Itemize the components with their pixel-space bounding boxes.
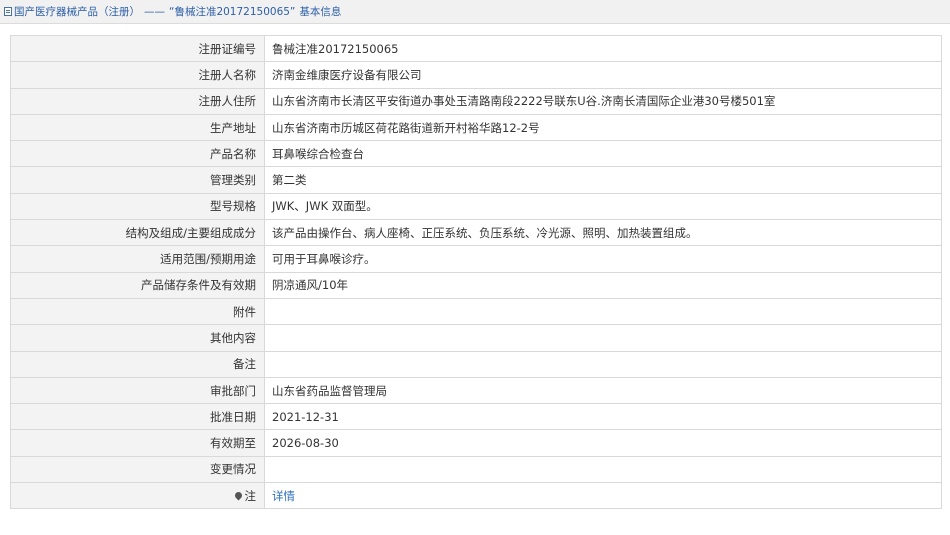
row-value: [264, 324, 942, 352]
table-row: 注册人名称 济南金维康医疗设备有限公司: [10, 61, 942, 89]
note-label: 注: [244, 488, 257, 503]
row-label: 适用范围/预期用途: [10, 245, 265, 273]
row-label: 批准日期: [10, 403, 265, 431]
table-row: 备注: [10, 350, 942, 378]
row-value: [264, 350, 942, 378]
table-row: 变更情况: [10, 455, 942, 484]
pin-icon: [233, 490, 243, 501]
row-label: 审批部门: [10, 376, 265, 405]
breadcrumb-separator: ——: [144, 5, 165, 18]
row-value: 山东省药品监督管理局: [264, 376, 942, 405]
detail-table: 注册证编号 鲁械注准20172150065 注册人名称 济南金维康医疗设备有限公…: [10, 34, 942, 510]
row-label: 结构及组成/主要组成成分: [10, 219, 265, 247]
breadcrumb-category[interactable]: 国产医疗器械产品（注册）: [14, 4, 140, 19]
row-label: 注册证编号: [10, 34, 265, 63]
row-label: 注册人名称: [10, 61, 265, 89]
row-value: 可用于耳鼻喉诊疗。: [264, 245, 942, 273]
row-label: 型号规格: [10, 192, 265, 221]
row-label: 有效期至: [10, 429, 265, 457]
breadcrumb-suffix: 基本信息: [299, 6, 342, 18]
row-label: 产品名称: [10, 140, 265, 168]
row-value: 济南金维康医疗设备有限公司: [264, 61, 942, 89]
row-label: 备注: [10, 350, 265, 378]
row-value: 耳鼻喉综合检查台: [264, 140, 942, 168]
table-row: 型号规格 JWK、JWK 双面型。: [10, 192, 942, 221]
row-label: 管理类别: [10, 166, 265, 194]
note-value-cell: 详情: [264, 482, 942, 510]
row-value: 山东省济南市历城区荷花路街道新开村裕华路12-2号: [264, 113, 942, 142]
row-label: 注册人住所: [10, 87, 265, 115]
row-value: 该产品由操作台、病人座椅、正压系统、负压系统、冷光源、照明、加热装置组成。: [264, 219, 942, 247]
detail-table-container: 注册证编号 鲁械注准20172150065 注册人名称 济南金维康医疗设备有限公…: [10, 34, 942, 510]
row-value: 2026-08-30: [264, 429, 942, 457]
table-row: 批准日期 2021-12-31: [10, 403, 942, 431]
row-value: JWK、JWK 双面型。: [264, 192, 942, 221]
table-row: 其他内容: [10, 324, 942, 352]
breadcrumb: 国产医疗器械产品（注册） —— “鲁械注准20172150065” 基本信息: [0, 0, 950, 24]
row-value: [264, 297, 942, 326]
row-value: 2021-12-31: [264, 403, 942, 431]
details-link[interactable]: 详情: [272, 489, 295, 503]
row-label: 生产地址: [10, 113, 265, 142]
row-label: 变更情况: [10, 455, 265, 484]
table-row: 产品储存条件及有效期 阴凉通风/10年: [10, 271, 942, 299]
row-value: 鲁械注准20172150065: [264, 34, 942, 63]
table-row: 管理类别 第二类: [10, 166, 942, 194]
breadcrumb-record: “鲁械注准20172150065”: [169, 6, 296, 18]
row-value: 阴凉通风/10年: [264, 271, 942, 299]
table-row: 有效期至 2026-08-30: [10, 429, 942, 457]
row-value: [264, 455, 942, 484]
table-row: 审批部门 山东省药品监督管理局: [10, 376, 942, 405]
table-row-note: 注 详情: [10, 482, 942, 510]
row-label: 附件: [10, 297, 265, 326]
table-row: 注册人住所 山东省济南市长清区平安街道办事处玉清路南段2222号联东U谷.济南长…: [10, 87, 942, 115]
row-label: 产品储存条件及有效期: [10, 271, 265, 299]
table-row: 产品名称 耳鼻喉综合检查台: [10, 140, 942, 168]
table-row: 附件: [10, 297, 942, 326]
table-row: 生产地址 山东省济南市历城区荷花路街道新开村裕华路12-2号: [10, 113, 942, 142]
row-value: 第二类: [264, 166, 942, 194]
table-row: 适用范围/预期用途 可用于耳鼻喉诊疗。: [10, 245, 942, 273]
note-label-cell: 注: [10, 482, 265, 510]
table-row: 结构及组成/主要组成成分 该产品由操作台、病人座椅、正压系统、负压系统、冷光源、…: [10, 219, 942, 247]
row-label: 其他内容: [10, 324, 265, 352]
document-icon: [4, 7, 12, 16]
row-value: 山东省济南市长清区平安街道办事处玉清路南段2222号联东U谷.济南长清国际企业港…: [264, 87, 942, 115]
table-row: 注册证编号 鲁械注准20172150065: [10, 34, 942, 63]
